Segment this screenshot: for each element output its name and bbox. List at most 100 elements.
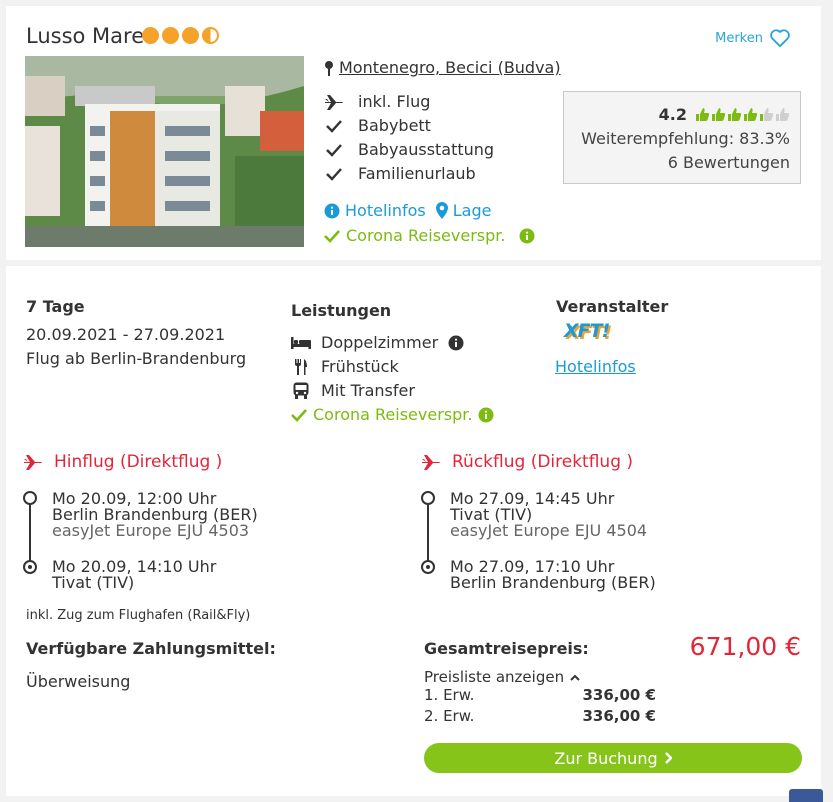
location-text: Montenegro, Becici (Budva) (339, 58, 561, 77)
price-row: 1. Erw. 336,00 € (424, 686, 656, 704)
service-label: Doppelzimmer (321, 333, 439, 352)
thumb-up-icon (728, 108, 742, 121)
payment-method: Überweisung (26, 672, 131, 691)
rating-box[interactable]: 4.2 Weiterempfehlung: 83.3% 6 Bewertunge… (563, 91, 801, 184)
corona-guarantee[interactable]: Corona Reiseverspr. (324, 226, 535, 245)
departure-dot (421, 491, 435, 505)
price-row-label: 1. Erw. (424, 686, 475, 704)
airline: easyJet Europe EJU 4503 (52, 521, 250, 540)
return-arrival: Mo 27.09, 17:10 Uhr Berlin Brandenburg (… (450, 559, 656, 591)
outbound-arrival: Mo 20.09, 14:10 Uhr Tivat (TIV) (52, 559, 216, 591)
service-transfer: Mit Transfer (291, 381, 415, 400)
feature-label: Babybett (358, 116, 431, 135)
service-breakfast: Frühstück (291, 357, 399, 376)
facebook-icon[interactable] (789, 789, 823, 802)
info-icon[interactable] (448, 335, 464, 351)
arr-airport: Berlin Brandenburg (BER) (450, 573, 656, 592)
outbound-header: Hinflug (Direktflug ) (22, 452, 222, 472)
airline: easyJet Europe EJU 4504 (450, 521, 648, 540)
service-label: Frühstück (321, 357, 399, 376)
price-list-toggle-label: Preisliste anzeigen (424, 668, 565, 686)
merken-label: Merken (715, 30, 763, 46)
price-row-label: 2. Erw. (424, 707, 475, 725)
price-row-value: 336,00 € (582, 707, 656, 725)
plane-icon (422, 455, 440, 470)
outbound-title: Hinflug (Direktflug ) (54, 452, 223, 472)
feature-label: inkl. Flug (358, 92, 431, 111)
thumb-up-icon (776, 108, 790, 121)
total-price-label: Gesamtreisepreis: (424, 639, 589, 658)
service-room: Doppelzimmer (291, 333, 464, 352)
check-icon (324, 229, 340, 243)
thumb-up-icon (696, 108, 710, 121)
corona-label: Corona Reiseverspr. (346, 226, 506, 245)
operator-hotelinfos-link[interactable]: Hotelinfos (555, 357, 636, 376)
price-row-value: 336,00 € (582, 686, 656, 704)
info-icon (324, 203, 340, 218)
arr-airport: Tivat (TIV) (52, 573, 135, 592)
price-list-toggle[interactable]: Preisliste anzeigen (424, 668, 580, 686)
bed-icon (291, 336, 311, 349)
return-departure: Mo 27.09, 14:45 Uhr Tivat (TIV) easyJet … (450, 491, 647, 539)
check-icon (326, 143, 342, 157)
feature-flight: inkl. Flug (324, 92, 430, 111)
operator-logo: XFT! (564, 320, 610, 342)
services-title: Leistungen (291, 301, 392, 320)
total-price: 671,00 € (689, 632, 801, 661)
departure-dot (23, 491, 37, 505)
rating-thumbs (695, 107, 790, 122)
plane-icon (24, 455, 42, 470)
merken-button[interactable]: Merken (715, 28, 791, 48)
hotel-photo[interactable] (25, 56, 304, 247)
chevron-right-icon (664, 752, 672, 764)
return-header: Rückflug (Direktflug ) (420, 452, 633, 472)
chevron-up-icon (570, 674, 580, 681)
check-icon (291, 408, 307, 422)
service-label: Mit Transfer (321, 381, 415, 400)
check-icon (326, 119, 342, 133)
feature-babybett: Babybett (324, 116, 431, 135)
payment-title: Verfügbare Zahlungsmittel: (26, 639, 276, 658)
recommendation-rate: Weiterempfehlung: 83.3% (581, 129, 790, 148)
star-icon (182, 27, 199, 44)
bus-icon (293, 382, 309, 399)
hotel-location[interactable]: Montenegro, Becici (Budva) (324, 58, 561, 77)
booking-button[interactable]: Zur Buchung (424, 743, 802, 773)
feature-babyausstattung: Babyausstattung (324, 140, 494, 159)
rail-fly-note: inkl. Zug zum Flughafen (Rail&Fly) (26, 608, 251, 623)
arrival-dot (421, 560, 435, 574)
info-icon[interactable] (519, 228, 535, 244)
offer-card: 7 Tage 20.09.2021 - 27.09.2021 Flug ab B… (6, 266, 821, 796)
feature-label: Familienurlaub (358, 164, 476, 183)
rating-score: 4.2 (658, 105, 687, 124)
info-icon[interactable] (478, 407, 494, 423)
thumb-up-icon (760, 108, 774, 121)
pin-icon (325, 60, 333, 76)
check-icon (326, 167, 342, 181)
star-icon (142, 27, 159, 44)
return-title: Rückflug (Direktflug ) (452, 452, 634, 472)
return-timeline (427, 498, 429, 564)
outbound-departure: Mo 20.09, 12:00 Uhr Berlin Brandenburg (… (52, 491, 258, 539)
operator-title: Veranstalter (556, 297, 669, 316)
thumb-up-icon (712, 108, 726, 121)
trip-departure: Flug ab Berlin-Brandenburg (26, 349, 247, 368)
hotel-card: Lusso Mare Merken Montenegro, Becici (Bu… (6, 6, 821, 260)
plane-icon (325, 94, 343, 110)
lage-link[interactable]: Lage (435, 201, 491, 220)
feature-familienurlaub: Familienurlaub (324, 164, 476, 183)
half-star-icon (202, 27, 219, 44)
star-icon (162, 27, 179, 44)
hotel-name[interactable]: Lusso Mare (26, 24, 144, 48)
trip-duration: 7 Tage (26, 297, 85, 316)
trip-dates: 20.09.2021 - 27.09.2021 (26, 325, 226, 344)
booking-button-label: Zur Buchung (554, 748, 658, 768)
arrival-dot (23, 560, 37, 574)
services-corona[interactable]: Corona Reiseverspr. (291, 405, 494, 424)
map-pin-icon (435, 202, 448, 219)
hotel-stars (142, 27, 219, 44)
heart-icon (770, 29, 790, 48)
review-count: 6 Bewertungen (667, 153, 790, 172)
corona-label: Corona Reiseverspr. (313, 405, 473, 424)
hotelinfos-link[interactable]: Hotelinfos (324, 201, 426, 220)
